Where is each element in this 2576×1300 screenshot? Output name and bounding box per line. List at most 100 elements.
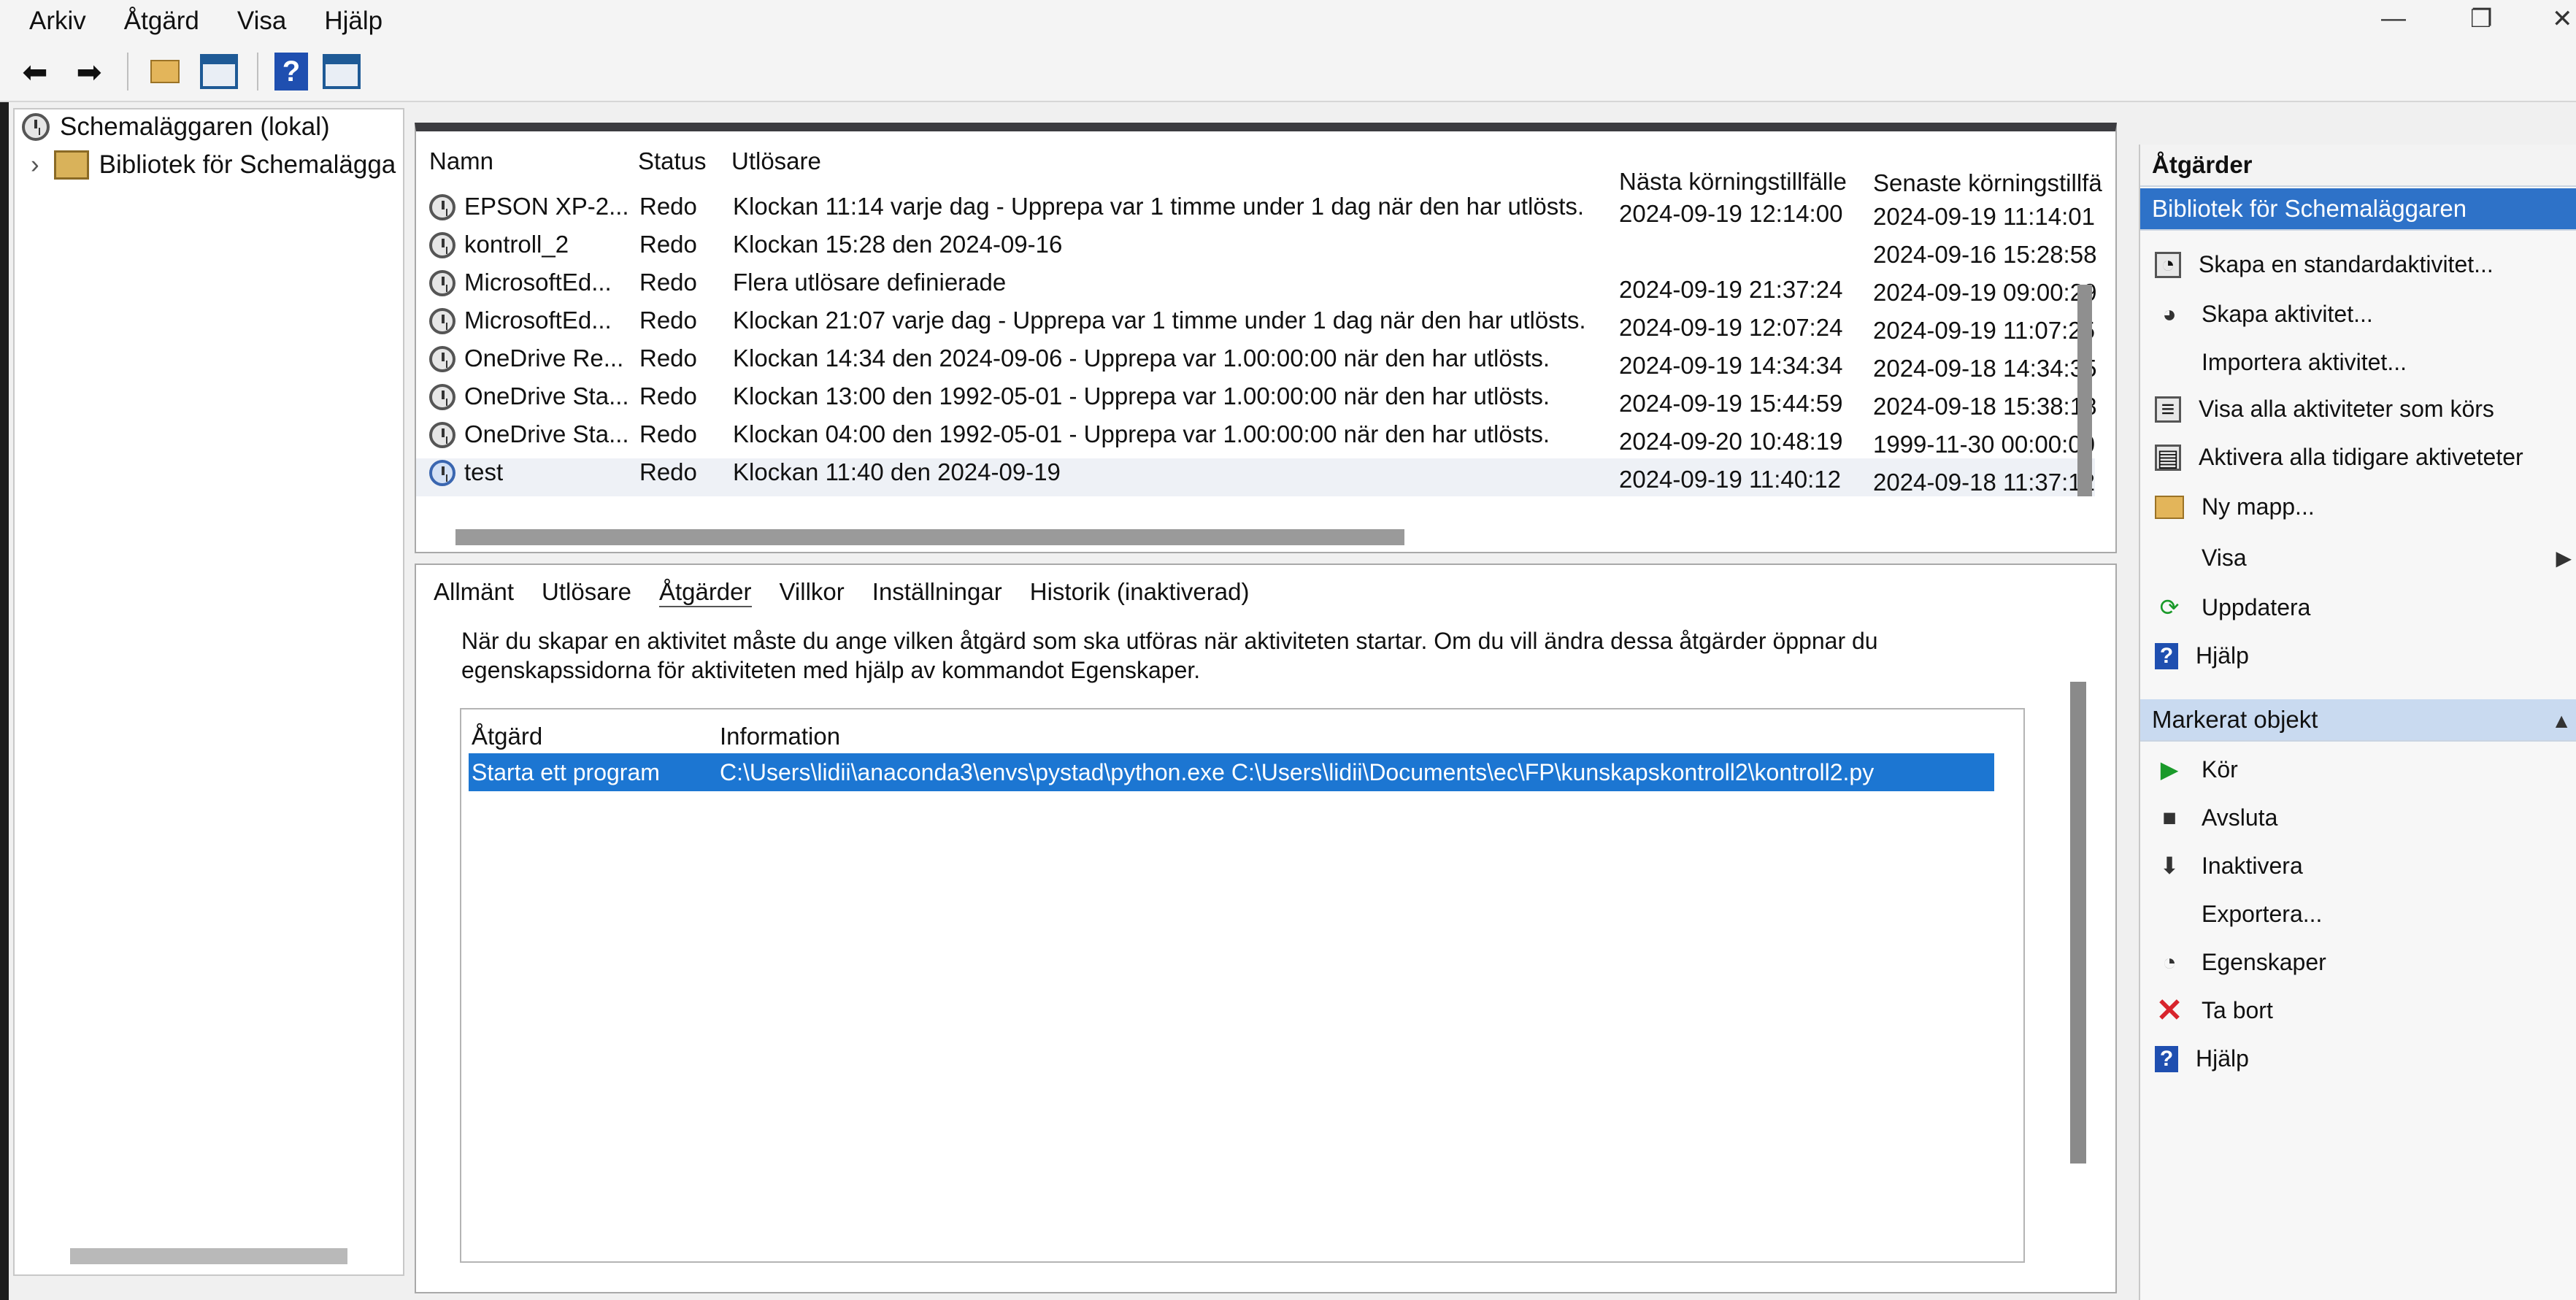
menu-hjalp[interactable]: Hjälp (324, 7, 382, 36)
task-clock-icon (429, 232, 455, 258)
action-pane-icon (323, 54, 361, 89)
library-folder-icon (53, 150, 89, 180)
forward-button[interactable]: ➡ (69, 51, 109, 92)
tab-conditions[interactable]: Villkor (780, 578, 845, 607)
action-import-task[interactable]: Importera aktivitet... (2140, 347, 2576, 377)
task-trigger: Klockan 15:28 den 2024-09-16 (733, 231, 1063, 258)
action-help-selected[interactable]: ? Hjälp (2140, 1045, 2576, 1072)
task-last-run: 2024-09-19 11:07:25 (1873, 317, 2095, 344)
restore-icon[interactable]: ❐ (2470, 4, 2492, 34)
action-disable[interactable]: ⬇ Inaktivera (2140, 851, 2576, 880)
task-row[interactable]: EPSON XP-2... Redo Klockan 11:14 varje d… (416, 193, 2095, 231)
col-header-name[interactable]: Namn (429, 147, 493, 175)
action-refresh[interactable]: ⟳ Uppdatera (2140, 593, 2576, 622)
action-run[interactable]: ▶ Kör (2140, 755, 2576, 784)
minimize-icon[interactable]: — (2381, 4, 2406, 33)
task-name: test (464, 458, 504, 485)
menu-visa[interactable]: Visa (237, 7, 286, 36)
task-last-run: 2024-09-18 11:37:12 (1873, 469, 2095, 496)
action-label: Skapa aktivitet... (2202, 300, 2373, 327)
task-status: Redo (639, 231, 697, 258)
disable-icon: ⬇ (2159, 853, 2180, 879)
tree-scrollbar[interactable] (70, 1248, 347, 1264)
col-header-information[interactable]: Information (720, 723, 840, 750)
close-icon[interactable]: ✕ (2552, 4, 2573, 34)
actions-table: Åtgärd Information Starta ett program C:… (460, 708, 2025, 1263)
task-trigger: Klockan 13:00 den 1992-05-01 - Upprepa v… (733, 382, 1550, 409)
tab-history[interactable]: Historik (inaktiverad) (1030, 578, 1250, 607)
col-header-status[interactable]: Status (638, 147, 707, 175)
section-selected-item[interactable]: Markerat objekt ▲ (2140, 699, 2576, 742)
task-last-run: 2024-09-18 15:38:18 (1873, 393, 2097, 420)
action-label: Ta bort (2202, 996, 2273, 1023)
task-status: Redo (639, 458, 697, 485)
action-label: Ny mapp... (2202, 493, 2315, 520)
task-trigger: Klockan 14:34 den 2024-09-06 - Upprepa v… (733, 345, 1550, 372)
details-scrollbar[interactable] (2070, 682, 2086, 1164)
task-list-vertical-scrollbar[interactable] (2077, 285, 2092, 496)
task-trigger: Klockan 04:00 den 1992-05-01 - Upprepa v… (733, 420, 1550, 447)
task-last-run: 2024-09-16 15:28:58 (1873, 241, 2097, 268)
back-button[interactable]: ⬅ (15, 51, 55, 92)
action-end[interactable]: ■ Avsluta (2140, 803, 2576, 832)
task-row[interactable]: MicrosoftEd... Redo Klockan 21:07 varje … (416, 307, 2095, 345)
action-help[interactable]: ? Hjälp (2140, 642, 2576, 669)
details-tabs: Allmänt Utlösare Åtgärder Villkor Instäl… (434, 578, 1277, 607)
task-row[interactable]: OneDrive Sta... Redo Klockan 13:00 den 1… (416, 382, 2097, 420)
left-edge (0, 0, 9, 1300)
actions-description: När du skapar en aktivitet måste du ange… (461, 628, 1878, 683)
tab-actions[interactable]: Åtgärder (658, 578, 752, 607)
action-create-basic-task[interactable]: ◔ Skapa en standardaktivitet... (2140, 251, 2576, 278)
action-label: Egenskaper (2202, 948, 2326, 975)
action-show-running-tasks[interactable]: ≡ Visa alla aktiviteter som körs (2140, 396, 2576, 423)
task-name: MicrosoftEd... (464, 269, 612, 296)
task-list-horizontal-scrollbar[interactable] (455, 529, 1404, 545)
col-header-next-run[interactable]: Nästa körningstillfälle (1619, 168, 1847, 196)
task-list: Namn Status Utlösare Nästa körningstillf… (415, 123, 2117, 553)
action-label: Hjälp (2196, 642, 2249, 669)
tree-root[interactable]: Schemaläggaren (lokal) (22, 112, 330, 142)
task-row[interactable]: OneDrive Sta... Redo Klockan 04:00 den 1… (416, 420, 2095, 458)
run-icon: ▶ (2160, 756, 2179, 782)
tree-root-label: Schemaläggaren (lokal) (60, 112, 330, 141)
task-name: MicrosoftEd... (464, 307, 612, 334)
action-enable-history[interactable]: ▤ Aktivera alla tidigare aktiveteter (2140, 444, 2576, 471)
menu-atgard[interactable]: Åtgärd (124, 7, 199, 36)
console-tree: Schemaläggaren (lokal) › Bibliotek för S… (13, 108, 404, 1276)
task-row[interactable]: OneDrive Re... Redo Klockan 14:34 den 20… (416, 345, 2096, 382)
action-row-selected[interactable]: Starta ett program C:\Users\lidii\anacon… (469, 753, 1994, 791)
task-clock-icon (429, 460, 455, 486)
tab-settings[interactable]: Inställningar (872, 578, 1002, 607)
task-row[interactable]: kontroll_2 Redo Klockan 15:28 den 2024-0… (416, 231, 2097, 269)
task-trigger: Flera utlösare definierade (733, 269, 1007, 296)
action-export[interactable]: Exportera... (2140, 899, 2576, 928)
task-last-run: 2024-09-19 09:00:29 (1873, 279, 2097, 306)
up-folder-button[interactable] (145, 51, 185, 92)
task-name: OneDrive Sta... (464, 420, 629, 447)
action-label: Importera aktivitet... (2202, 348, 2407, 375)
folder-icon (2155, 495, 2184, 519)
show-hide-tree-button[interactable] (199, 51, 239, 92)
col-header-action[interactable]: Åtgärd (472, 723, 542, 750)
action-delete[interactable]: ✕ Ta bort (2140, 993, 2576, 1028)
task-name: OneDrive Re... (464, 345, 624, 372)
task-last-run: 2024-09-19 11:14:01 (1873, 203, 2095, 230)
properties-icon: ◔ (2162, 948, 2177, 975)
action-new-folder[interactable]: Ny mapp... (2140, 493, 2576, 520)
task-row[interactable]: MicrosoftEd... Redo Flera utlösare defin… (416, 269, 2097, 307)
section-library[interactable]: Bibliotek för Schemaläggaren (2140, 188, 2576, 231)
action-label: Aktivera alla tidigare aktiveteter (2199, 444, 2523, 470)
tree-library[interactable]: › Bibliotek för Schemalägga (31, 150, 396, 180)
tab-general[interactable]: Allmänt (434, 578, 514, 607)
show-hide-action-pane-button[interactable] (321, 51, 362, 92)
col-header-trigger[interactable]: Utlösare (731, 147, 821, 175)
help-button[interactable]: ? (274, 53, 308, 91)
action-create-task[interactable]: ◕ Skapa aktivitet... (2140, 299, 2576, 328)
action-view[interactable]: Visa ▶ (2140, 543, 2576, 572)
task-row-selected[interactable]: test Redo Klockan 11:40 den 2024-09-19 2… (416, 458, 2095, 496)
menu-arkiv[interactable]: Arkiv (29, 7, 86, 36)
action-properties[interactable]: ◔ Egenskaper (2140, 947, 2576, 977)
task-status: Redo (639, 420, 697, 447)
tab-triggers[interactable]: Utlösare (542, 578, 631, 607)
expand-icon[interactable]: › (31, 150, 39, 180)
